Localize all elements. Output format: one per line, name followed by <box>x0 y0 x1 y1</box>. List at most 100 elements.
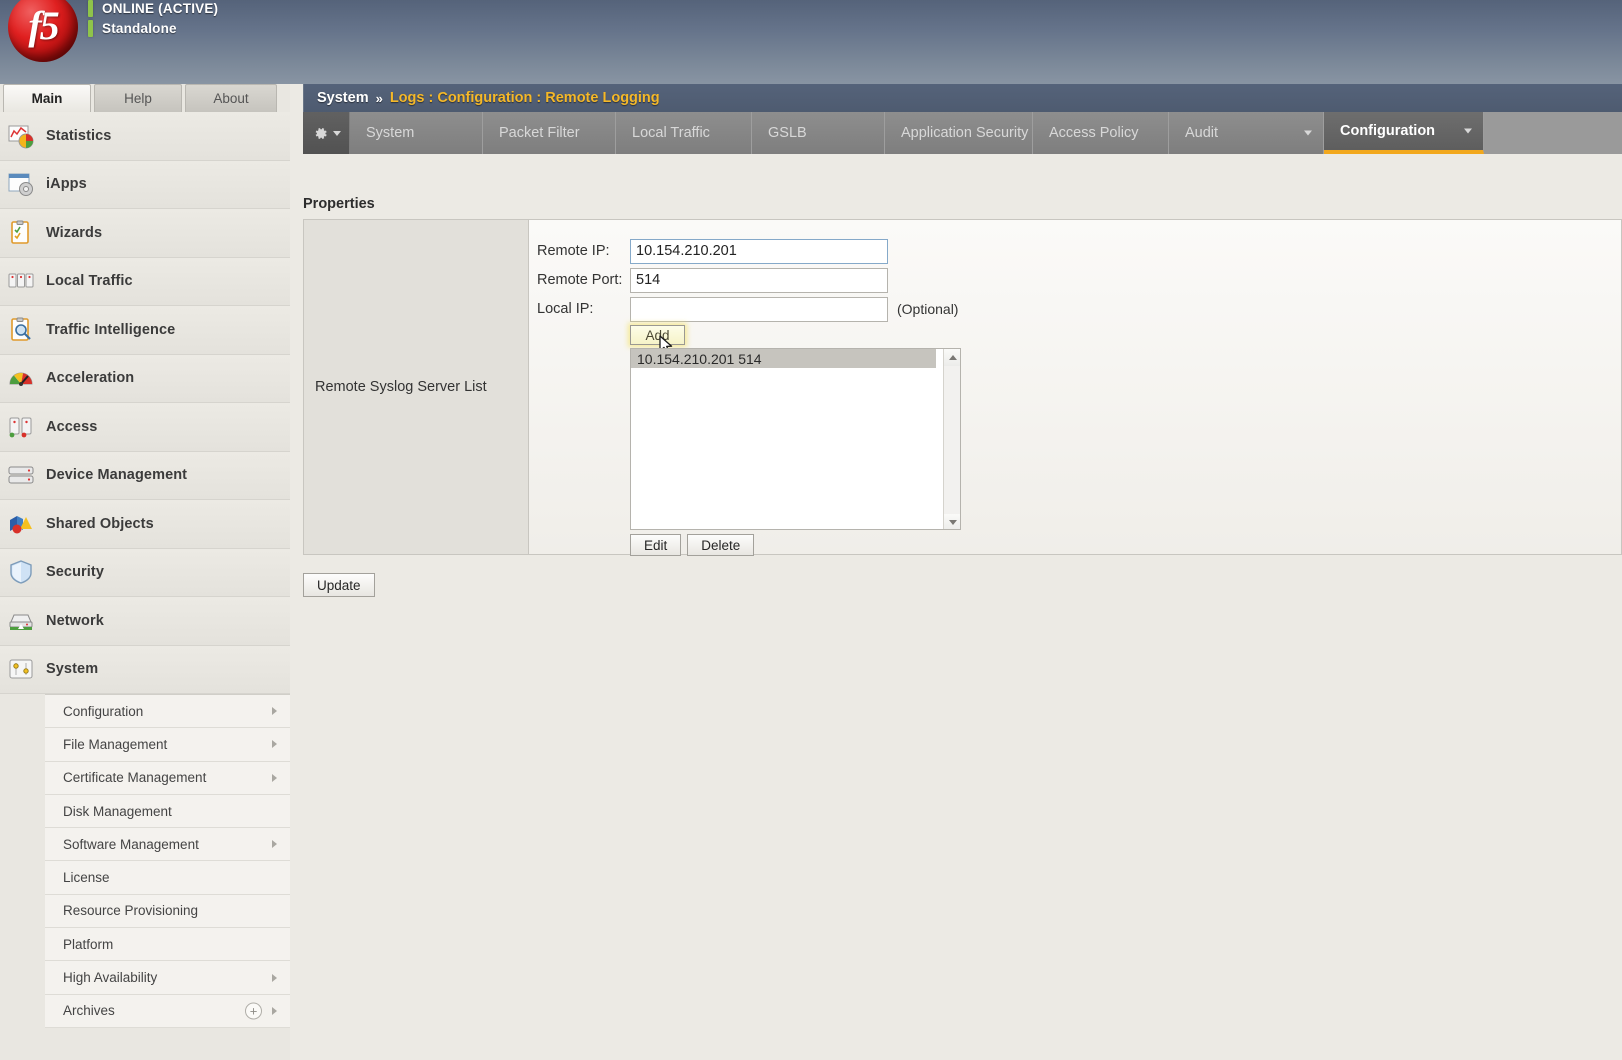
chevron-right-icon <box>272 1006 277 1015</box>
access-icon <box>8 414 34 440</box>
chevron-right-icon <box>272 840 277 849</box>
sidebar-item-acceleration[interactable]: Acceleration <box>0 354 290 403</box>
network-icon <box>8 608 34 634</box>
delete-button[interactable]: Delete <box>687 534 755 556</box>
submenu-item-certificate-management[interactable]: Certificate Management <box>45 761 290 795</box>
settings-gear-menu[interactable] <box>303 112 350 154</box>
submenu-item-platform[interactable]: Platform <box>45 928 290 962</box>
sidebar-item-wizards[interactable]: Wizards <box>0 209 290 258</box>
sidebar-item-network[interactable]: Network <box>0 597 290 646</box>
content-tab-packet-filter[interactable]: Packet Filter <box>483 112 616 154</box>
content-tab-local-traffic[interactable]: Local Traffic <box>616 112 752 154</box>
sidebar-item-access[interactable]: Access <box>0 403 290 452</box>
remote-ip-input[interactable] <box>630 238 888 264</box>
submenu-item-archives[interactable]: Archives + <box>45 994 290 1028</box>
sidebar-item-local-traffic[interactable]: Local Traffic <box>0 257 290 306</box>
content-tab-gslb[interactable]: GSLB <box>752 112 885 154</box>
sidebar-item-security[interactable]: Security <box>0 548 290 597</box>
sidebar-item-label: iApps <box>46 176 87 193</box>
sidebar-item-system[interactable]: System <box>0 645 290 694</box>
chevron-up-icon <box>948 355 957 360</box>
tab-help[interactable]: Help <box>94 84 182 112</box>
submenu-item-label: Software Management <box>63 836 199 852</box>
scroll-up-button[interactable] <box>944 349 960 366</box>
breadcrumb-root[interactable]: System <box>317 90 369 106</box>
sidebar-item-traffic-intelligence[interactable]: Traffic Intelligence <box>0 306 290 355</box>
statistics-icon <box>8 123 34 149</box>
submenu-item-file-management[interactable]: File Management <box>45 728 290 762</box>
logo-label: f5 <box>28 2 59 48</box>
primary-tab-strip: Main Help About <box>0 84 290 112</box>
sidebar-item-label: Statistics <box>46 127 112 144</box>
local-ip-input[interactable] <box>630 296 888 322</box>
sidebar-item-label: Wizards <box>46 224 103 241</box>
list-item[interactable]: 10.154.210.201 514 <box>631 349 936 368</box>
local-traffic-icon <box>8 268 34 294</box>
shield-icon <box>8 559 34 585</box>
f5-logo[interactable]: f5 <box>8 0 80 64</box>
shared-objects-icon <box>8 511 34 537</box>
remote-port-input[interactable] <box>630 267 888 293</box>
chevron-right-icon <box>272 740 277 749</box>
remote-syslog-server-listbox[interactable]: 10.154.210.201 514 <box>630 348 961 530</box>
content-tab-application-security[interactable]: Application Security <box>885 112 1033 154</box>
update-button[interactable]: Update <box>303 573 375 597</box>
chevron-down-icon <box>948 520 957 525</box>
remote-ip-label: Remote IP: <box>537 243 610 259</box>
sidebar-item-label: Traffic Intelligence <box>46 321 176 338</box>
submenu-item-resource-provisioning[interactable]: Resource Provisioning <box>45 894 290 929</box>
chevron-right-icon <box>272 773 277 782</box>
tab-about[interactable]: About <box>185 84 277 112</box>
submenu-item-configuration[interactable]: Configuration <box>45 695 290 729</box>
status-indicator-icon <box>88 20 93 37</box>
properties-panel: Remote Syslog Server List Remote IP: Rem… <box>303 219 1622 556</box>
remote-syslog-server-list-label: Remote Syslog Server List <box>315 379 487 395</box>
breadcrumb: System » Logs : Configuration : Remote L… <box>303 84 1622 112</box>
wizards-icon <box>8 220 34 246</box>
submenu-item-label: Configuration <box>63 703 144 719</box>
edit-button[interactable]: Edit <box>630 534 682 556</box>
properties-row-label-cell: Remote Syslog Server List <box>304 220 529 554</box>
iapps-icon <box>8 171 34 197</box>
tab-main[interactable]: Main <box>3 84 91 112</box>
submenu-item-label: Resource Provisioning <box>63 903 199 919</box>
device-management-icon <box>8 462 34 488</box>
submenu-item-label: Archives <box>63 1003 115 1019</box>
sidebar-item-device-management[interactable]: Device Management <box>0 451 290 500</box>
content-tab-system[interactable]: System <box>350 112 483 154</box>
sidebar-item-label: Acceleration <box>46 370 135 387</box>
local-ip-optional-note: (Optional) <box>897 301 959 317</box>
scroll-down-button[interactable] <box>944 514 960 529</box>
add-button[interactable]: Add <box>630 325 685 345</box>
chevron-down-icon <box>332 130 341 136</box>
chevron-down-icon <box>1304 130 1312 136</box>
submenu-item-software-management[interactable]: Software Management <box>45 828 290 862</box>
submenu-item-disk-management[interactable]: Disk Management <box>45 794 290 829</box>
sidebar-item-label: Network <box>46 612 104 629</box>
sidebar-item-statistics[interactable]: Statistics <box>0 112 290 161</box>
sidebar-item-shared-objects[interactable]: Shared Objects <box>0 500 290 549</box>
page-title: Properties <box>303 196 375 212</box>
content-tab-label: Audit <box>1185 125 1219 141</box>
sidebar-navigation: Statistics iApps Wizards Local Traffic T… <box>0 112 290 1060</box>
listbox-scrollbar[interactable] <box>943 349 960 529</box>
status-mode: Standalone <box>88 20 177 37</box>
acceleration-icon <box>8 365 34 391</box>
content-tab-audit[interactable]: Audit <box>1169 112 1324 154</box>
submenu-item-label: High Availability <box>63 970 158 986</box>
top-header: f5 ONLINE (ACTIVE) Standalone <box>0 0 1622 84</box>
content-tab-configuration[interactable]: Configuration <box>1324 112 1484 154</box>
properties-fields-cell: Remote IP: Remote Port: Local IP: (Optio… <box>529 220 1621 556</box>
system-submenu: Configuration File Management Certificat… <box>45 694 290 1028</box>
add-circle-icon[interactable]: + <box>245 1002 262 1020</box>
system-icon <box>8 656 34 682</box>
sidebar-item-iapps[interactable]: iApps <box>0 160 290 209</box>
sidebar-item-label: System <box>46 661 99 678</box>
submenu-item-high-availability[interactable]: High Availability <box>45 961 290 995</box>
submenu-item-license[interactable]: License <box>45 861 290 895</box>
sidebar-item-label: Security <box>46 564 105 581</box>
sidebar-item-label: Access <box>46 418 98 435</box>
main-content: System » Logs : Configuration : Remote L… <box>290 84 1622 1060</box>
status-online-label: ONLINE (ACTIVE) <box>102 1 219 16</box>
content-tab-access-policy[interactable]: Access Policy <box>1033 112 1169 154</box>
